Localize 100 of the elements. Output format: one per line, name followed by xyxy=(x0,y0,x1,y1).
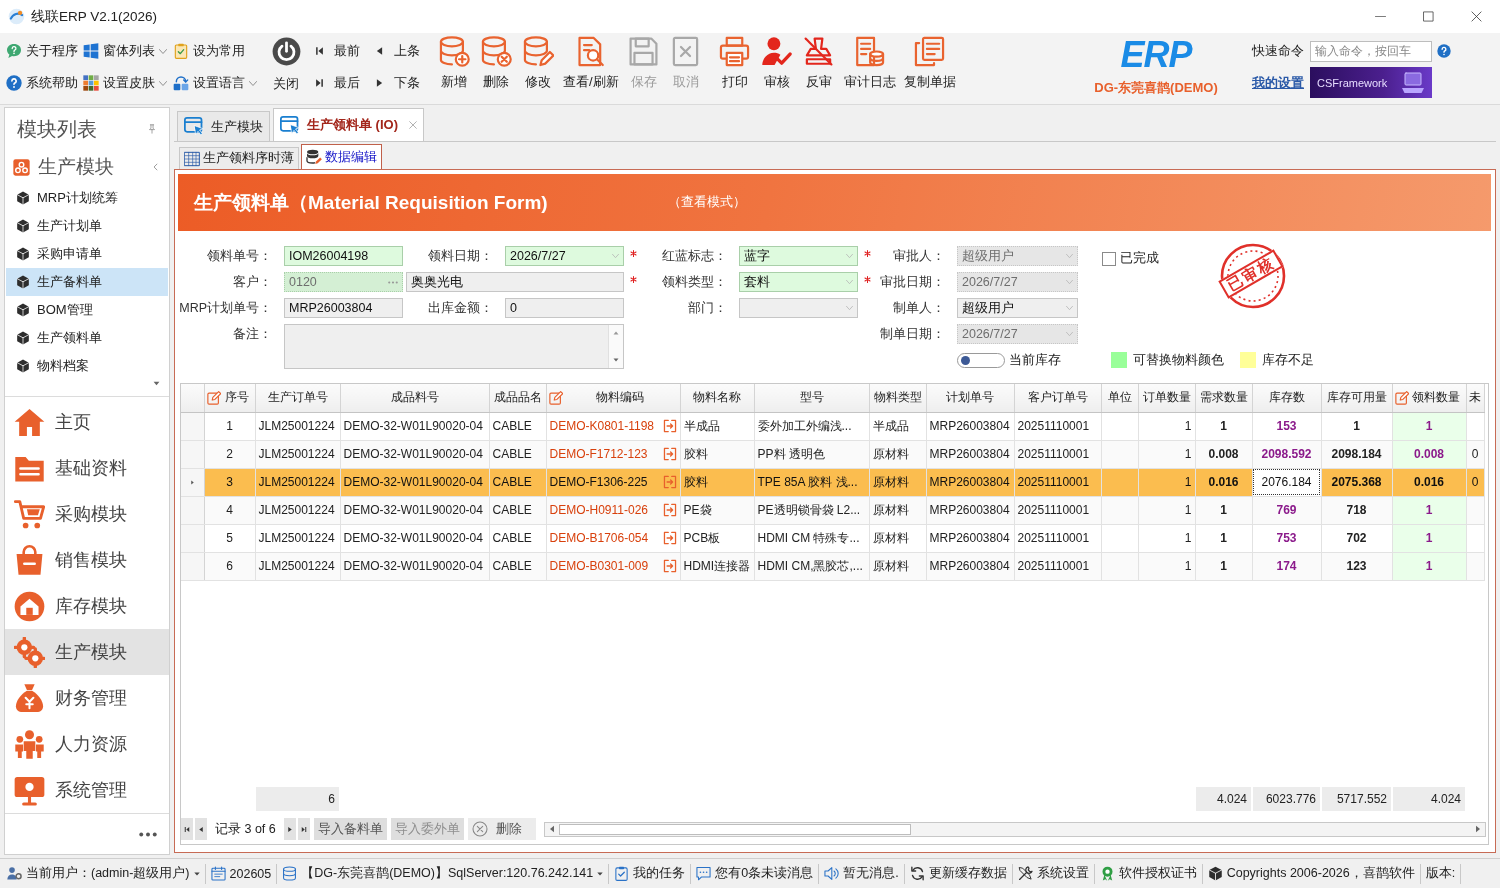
column-header[interactable]: 成品品名 xyxy=(489,384,546,412)
view-tab[interactable]: 生产领料序时薄 xyxy=(179,147,299,169)
document-tab[interactable]: 生产模块 xyxy=(177,111,270,141)
stock-toggle[interactable] xyxy=(957,352,1005,368)
status-item[interactable]: 您有0条未读消息 xyxy=(691,863,820,884)
sidebar-item[interactable]: 生产领料单 xyxy=(6,324,168,352)
column-header[interactable]: 物料编码 xyxy=(546,384,680,412)
module-nav-item[interactable]: 系统管理 xyxy=(5,767,169,813)
ribbon-button[interactable]: 设置语言 xyxy=(171,71,259,95)
column-header[interactable]: 生产订单号 xyxy=(255,384,340,412)
module-nav-item[interactable]: 人力资源 xyxy=(5,721,169,767)
column-header[interactable]: 计划单号 xyxy=(926,384,1014,412)
document-tab[interactable]: 生产领料单 (IO) xyxy=(273,108,424,141)
ribbon-button[interactable]: 窗体列表 xyxy=(81,39,169,63)
record-nav-button[interactable]: 最前 xyxy=(313,39,362,63)
column-header[interactable]: 需求数量 xyxy=(1195,384,1252,412)
sidebar-item[interactable]: MRP计划统筹 xyxy=(6,184,168,212)
promo-banner[interactable]: CSFramework xyxy=(1310,67,1432,98)
status-item[interactable]: 软件授权证书 xyxy=(1094,863,1203,884)
module-nav-item[interactable]: 库存模块 xyxy=(5,583,169,629)
dropdown-field[interactable]: 套料 xyxy=(739,272,858,292)
view-tab[interactable]: 数据编辑 xyxy=(301,144,382,169)
first-record-button[interactable] xyxy=(181,818,193,840)
status-item[interactable]: 暂无消息. xyxy=(819,863,905,884)
table-row[interactable]: 2 JLM25001224 DEMO-32-W01L90020-04 CABLE DEMO-F1712-123 胶料 PP料 透明色 原材料 MRP26003804 20251110001 1 0.008 2098.592 2098.184 0.008 0 xyxy=(181,440,1484,468)
collapse-button[interactable] xyxy=(152,161,159,173)
dropdown-field[interactable]: 2026/7/27 xyxy=(505,246,624,266)
horizontal-scrollbar[interactable] xyxy=(543,821,1486,837)
close-module-button[interactable]: 关闭 xyxy=(265,33,307,93)
status-item[interactable]: 系统设置 xyxy=(1012,863,1095,884)
column-header[interactable]: 序号 xyxy=(204,384,255,412)
more-button[interactable] xyxy=(139,831,157,837)
sidebar-item[interactable]: 生产备料单 xyxy=(6,268,168,296)
ribbon-button[interactable]: 设为常用 xyxy=(171,39,247,63)
toolbar-button[interactable]: 修改 xyxy=(517,33,559,91)
previous-record-button[interactable] xyxy=(195,818,207,840)
material-code[interactable]: DEMO-B1706-054 xyxy=(549,531,649,545)
status-item[interactable]: Copyrights 2006-2026，喜鹊软件 xyxy=(1202,863,1421,884)
pin-button[interactable] xyxy=(147,123,157,135)
toolbar-button[interactable]: 审核 xyxy=(755,33,798,91)
column-header[interactable]: 型号 xyxy=(754,384,869,412)
ribbon-button[interactable]: 系统帮助 xyxy=(4,71,80,95)
table-row[interactable]: 4 JLM25001224 DEMO-32-W01L90020-04 CABLE DEMO-H0911-026 PE袋 PE透明锁骨袋 L2... 原材料 MRP26003804 20251110001 1 1 769 718 1 xyxy=(181,496,1484,524)
sidebar-item[interactable]: BOM管理 xyxy=(6,296,168,324)
toolbar-button[interactable]: 查看/刷新 xyxy=(559,33,623,91)
dropdown-field[interactable]: 超级用户 xyxy=(957,298,1078,318)
toolbar-button[interactable]: 反审 xyxy=(797,33,840,91)
column-header[interactable]: 领料数量 xyxy=(1392,384,1466,412)
module-nav-item[interactable]: 生产模块 xyxy=(5,629,169,675)
input-field[interactable]: 0 xyxy=(505,298,624,318)
sidebar-item[interactable]: 生产计划单 xyxy=(6,212,168,240)
module-nav-item[interactable]: 主页 xyxy=(5,399,169,445)
table-row[interactable]: 3 JLM25001224 DEMO-32-W01L90020-04 CABLE DEMO-F1306-225 胶料 TPE 85A 胶料 浅... 原材料 MRP26003804 20251110001 1 0.016 2076.184 2075.368 0.016 0 xyxy=(181,468,1484,496)
ribbon-button[interactable]: 关于程序 xyxy=(4,39,80,63)
record-nav-button[interactable]: 下条 xyxy=(373,71,422,95)
column-header[interactable]: 单位 xyxy=(1101,384,1138,412)
toolbar-button[interactable]: 审计日志 xyxy=(839,33,900,91)
status-item[interactable]: 202605 xyxy=(205,863,278,884)
column-header[interactable]: 库存可用量 xyxy=(1321,384,1392,412)
toolbar-button[interactable]: 复制单据 xyxy=(899,33,960,91)
column-header[interactable]: 客户订单号 xyxy=(1014,384,1101,412)
completed-checkbox[interactable] xyxy=(1102,251,1116,266)
memo-scrollbar[interactable] xyxy=(608,325,623,368)
ribbon-button[interactable]: 设置皮肤 xyxy=(81,71,169,95)
module-nav-item[interactable]: 基础资料 xyxy=(5,445,169,491)
toolbar-button[interactable]: 新增 xyxy=(433,33,475,91)
command-input[interactable]: 输入命令，按回车 xyxy=(1310,40,1432,62)
close-tab-button[interactable] xyxy=(409,121,417,129)
column-header[interactable]: 物料类型 xyxy=(869,384,926,412)
remarks-field[interactable] xyxy=(284,324,624,369)
sidebar-item[interactable]: 采购申请单 xyxy=(6,240,168,268)
status-item[interactable]: 我的任务 xyxy=(609,863,692,884)
dropdown-field[interactable] xyxy=(739,298,858,318)
input-field[interactable]: MRP26003804 xyxy=(284,298,403,318)
column-header[interactable]: 库存数 xyxy=(1252,384,1321,412)
help-button[interactable] xyxy=(1434,44,1454,58)
status-item[interactable]: 【DG-东莞喜鹊(DEMO)】SqlServer:120.76.242.141 xyxy=(277,863,610,884)
last-record-button[interactable] xyxy=(297,818,310,840)
table-row[interactable]: 6 JLM25001224 DEMO-32-W01L90020-04 CABLE DEMO-B0301-009 HDMI连接器 HDMI CM,黑胶芯,... 原材料 MRP26003804 20251110001 1 1 174 123 1 xyxy=(181,552,1484,580)
status-item[interactable]: 当前用户：(admin-超级用户) xyxy=(2,863,206,884)
record-nav-button[interactable]: 上条 xyxy=(373,39,422,63)
column-header[interactable]: 成品料号 xyxy=(340,384,489,412)
sidebar-item[interactable]: 物料档案 xyxy=(6,352,168,380)
toolbar-button[interactable]: 删除 xyxy=(475,33,517,91)
toolbar-button[interactable]: 打印 xyxy=(713,33,756,91)
column-header[interactable]: 物料名称 xyxy=(680,384,754,412)
table-row[interactable]: 1 JLM25001224 DEMO-32-W01L90020-04 CABLE DEMO-K0801-1198 半成品 委外加工外编浅... 半成品 MRP26003804 20251110001 1 1 153 1 1 xyxy=(181,412,1484,440)
table-row[interactable]: 5 JLM25001224 DEMO-32-W01L90020-04 CABLE DEMO-B1706-054 PCB板 HDMI CM 特殊专... 原材料 MRP26003804 20251110001 1 1 753 702 1 xyxy=(181,524,1484,552)
grid-action-button[interactable]: 删除 xyxy=(467,818,536,840)
record-nav-button[interactable]: 最后 xyxy=(313,71,362,95)
my-settings-link[interactable]: 我的设置 xyxy=(1252,73,1310,92)
material-code[interactable]: DEMO-K0801-1198 xyxy=(549,419,654,433)
module-nav-item[interactable]: 采购模块 xyxy=(5,491,169,537)
grid-action-button[interactable]: 导入备料单 xyxy=(313,818,387,840)
input-field[interactable]: IOM26004198 xyxy=(284,246,403,266)
module-nav-item[interactable]: 销售模块 xyxy=(5,537,169,583)
column-header[interactable]: 订单数量 xyxy=(1138,384,1195,412)
dropdown-field[interactable]: 蓝字 xyxy=(739,246,858,266)
module-nav-item[interactable]: 财务管理 xyxy=(5,675,169,721)
next-record-button[interactable] xyxy=(283,818,296,840)
